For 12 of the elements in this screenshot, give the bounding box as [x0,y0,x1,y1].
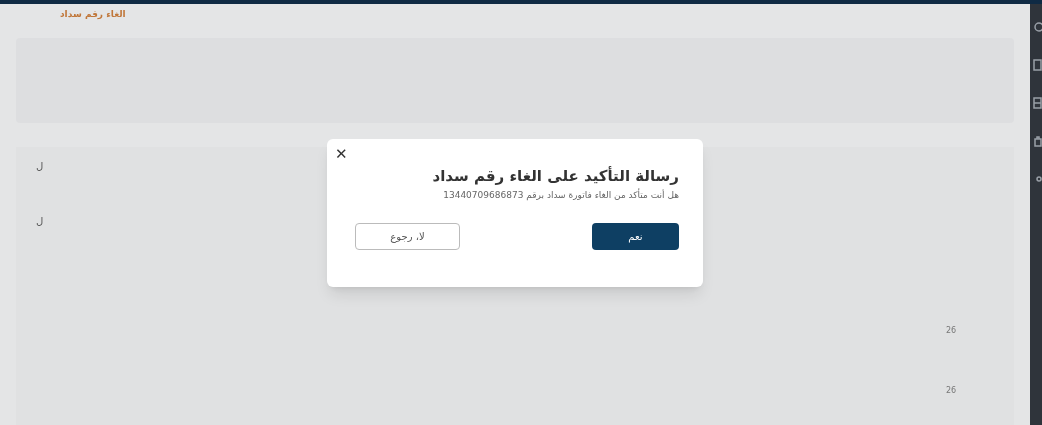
dialog-message: هل أنت متأكد من الغاء فاتورة سداد برقم 13440709686873 [442,189,679,203]
table-cell-text: 26 [946,324,958,337]
cancel-button[interactable]: لا، رجوع [355,222,460,250]
table-cell-text: ل [36,159,45,174]
close-button[interactable]: ✕ [335,146,348,162]
grid-icon[interactable] [1030,96,1042,110]
confirm-button[interactable]: نعم [592,222,679,250]
document-icon[interactable] [1030,58,1042,72]
dialog-title: رسالة التأكيد على الغاء رقم سداد [431,166,679,186]
table-cell-text: ل [36,214,45,229]
table-cell-text: 26 [946,384,958,397]
page-title: الغاء رقم سداد [60,8,126,21]
